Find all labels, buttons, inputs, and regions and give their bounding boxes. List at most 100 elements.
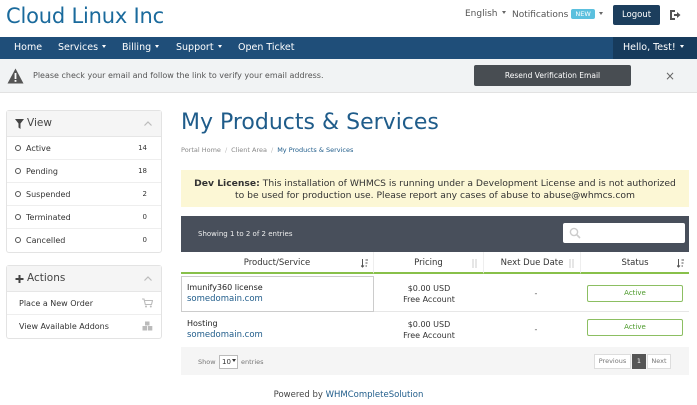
verify-email-alert: Please check your email and follow the l… [0, 59, 697, 93]
page-1-button[interactable]: 1 [632, 354, 646, 369]
language-label: English [465, 9, 498, 19]
filter-suspended[interactable]: Suspended 2 [7, 183, 161, 206]
table-search-input[interactable] [563, 223, 685, 243]
view-addons-link[interactable]: View Available Addons [7, 315, 161, 338]
product-domain[interactable]: somedomain.com [187, 330, 263, 340]
place-new-order-link[interactable]: Place a New Order [7, 292, 161, 315]
page-title: My Products & Services [181, 110, 439, 135]
show-label: Show [198, 358, 216, 366]
search-icon [569, 227, 581, 239]
dev-license-text-1: This installation of WHMCS is running un… [259, 178, 676, 189]
entries-label: entries [241, 358, 264, 366]
table-row[interactable]: Imunify360 license somedomain.com $0.00 … [181, 276, 689, 312]
column-label: Next Due Date [500, 258, 564, 268]
filter-terminated[interactable]: Terminated 0 [7, 206, 161, 229]
nav-billing-label: Billing [122, 42, 152, 53]
pricing-cell: $0.00 USD Free Account [374, 283, 484, 305]
filter-pending[interactable]: Pending 18 [7, 160, 161, 183]
sort-icon [361, 259, 368, 268]
dev-license-line-2: to be used for production use. Please re… [235, 190, 635, 201]
filter-count: 0 [142, 236, 147, 244]
dev-license-notice: Dev License: This installation of WHMCS … [181, 170, 689, 207]
next-page-button[interactable]: Next [647, 354, 671, 369]
powered-by-footer: Powered by WHMCompleteSolution [0, 390, 697, 400]
actions-panel-title: Actions [27, 272, 66, 284]
chevron-up-icon[interactable] [144, 121, 152, 126]
column-header-status[interactable]: Status [581, 252, 689, 274]
chevron-down-icon [217, 45, 222, 48]
table-footer: Show 10 entries Previous 1 Next [181, 347, 689, 375]
view-panel: View Active 14 Pending 18 Suspended 2 Termi… [6, 110, 162, 253]
breadcrumb: Portal Home / Client Area / My Products & Se… [181, 146, 353, 154]
column-label: Status [621, 258, 649, 268]
nav-home[interactable]: Home [14, 37, 42, 59]
nav-support[interactable]: Support [176, 37, 222, 59]
chevron-down-icon [501, 11, 506, 14]
radio-icon [15, 237, 21, 243]
product-name: Hosting [187, 319, 218, 328]
column-label: Pricing [414, 258, 443, 268]
filter-label: Pending [26, 167, 58, 176]
filter-count: 0 [142, 213, 147, 221]
table-toolbar: Showing 1 to 2 of 2 entries [181, 216, 689, 252]
whmcs-link[interactable]: WHMCompleteSolution [326, 390, 424, 400]
breadcrumb-client-area[interactable]: Client Area [231, 146, 267, 154]
notifications-menu[interactable]: Notifications NEW [512, 9, 603, 20]
page-size-value: 10 [222, 358, 231, 366]
sort-icon [569, 259, 574, 268]
product-domain[interactable]: somedomain.com [187, 294, 263, 304]
actions-panel-header[interactable]: Actions [7, 266, 161, 292]
column-header-next-due-date[interactable]: Next Due Date [484, 252, 581, 274]
column-label: Product/Service [243, 258, 311, 268]
filter-icon [15, 119, 24, 129]
sign-out-icon[interactable] [669, 9, 681, 21]
close-icon[interactable]: × [665, 69, 675, 83]
language-selector[interactable]: English [465, 9, 506, 19]
radio-icon [15, 145, 21, 151]
nav-services[interactable]: Services [58, 37, 107, 59]
billing-cycle: Free Account [403, 295, 455, 304]
table-info: Showing 1 to 2 of 2 entries [198, 230, 293, 238]
filter-cancelled[interactable]: Cancelled 0 [7, 229, 161, 252]
chevron-down-icon [102, 45, 107, 48]
user-menu[interactable]: Hello, Test! [613, 37, 697, 59]
sort-icon [472, 259, 477, 268]
filter-label: Terminated [26, 213, 71, 222]
view-panel-header[interactable]: View [7, 111, 161, 137]
top-header: Cloud Linux Inc English Notifications NEW… [0, 0, 697, 36]
table-row[interactable]: Hosting somedomain.com $0.00 USD Free Acc… [181, 312, 689, 348]
nav-support-label: Support [176, 42, 214, 53]
chevron-up-icon[interactable] [144, 276, 152, 281]
filter-count: 14 [138, 144, 147, 152]
status-badge: Active [587, 319, 683, 336]
product-name: Imunify360 license [187, 283, 263, 292]
actions-panel: Actions Place a New Order View Available… [6, 265, 162, 339]
price-amount: $0.00 USD [407, 320, 451, 329]
next-due-date: - [534, 289, 538, 298]
action-label: View Available Addons [19, 322, 109, 331]
nav-billing[interactable]: Billing [122, 37, 160, 59]
radio-icon [15, 168, 21, 174]
breadcrumb-portal-home[interactable]: Portal Home [181, 146, 221, 154]
nav-services-label: Services [58, 42, 99, 53]
page-size-select[interactable]: 10 [219, 355, 238, 369]
logout-button[interactable]: Logout [613, 5, 660, 25]
nav-open-ticket[interactable]: Open Ticket [238, 37, 295, 59]
breadcrumb-separator: / [270, 146, 274, 154]
filter-label: Active [26, 144, 51, 153]
column-header-pricing[interactable]: Pricing [374, 252, 484, 274]
resend-verification-button[interactable]: Resend Verification Email [474, 65, 631, 86]
chevron-down-icon [231, 359, 236, 362]
brand-logo[interactable]: Cloud Linux Inc [6, 4, 164, 28]
dev-license-label: Dev License: [194, 178, 260, 189]
alert-message: Please check your email and follow the l… [33, 71, 324, 80]
breadcrumb-current: My Products & Services [277, 146, 354, 154]
filter-label: Suspended [26, 190, 71, 199]
filter-active[interactable]: Active 14 [7, 137, 161, 160]
main-navbar: Home Services Billing Support Open Ticke… [0, 37, 697, 59]
column-header-product[interactable]: Product/Service [181, 252, 374, 274]
previous-page-button[interactable]: Previous [594, 354, 631, 369]
radio-icon [15, 214, 21, 220]
sort-icon [677, 259, 684, 268]
chevron-down-icon [598, 12, 603, 15]
